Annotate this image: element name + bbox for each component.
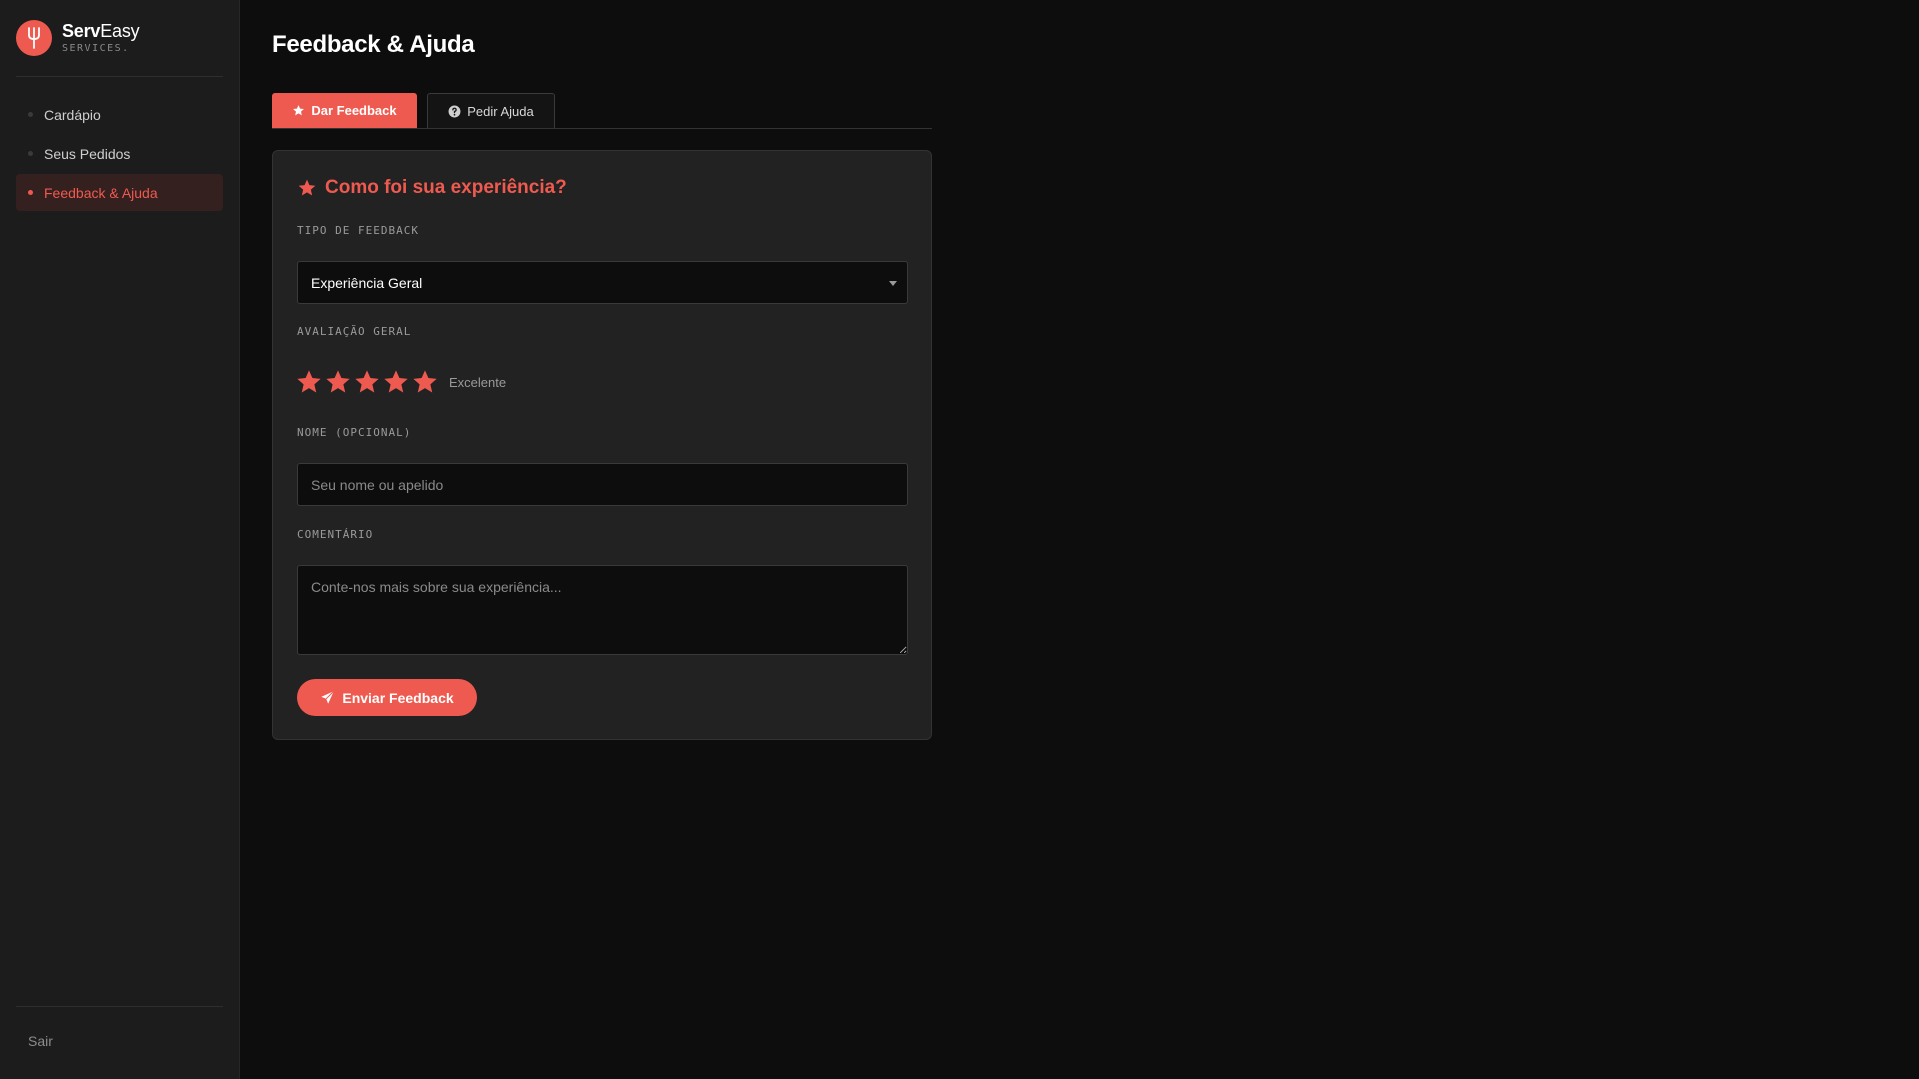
tab-label: Pedir Ajuda bbox=[467, 103, 534, 119]
sidebar-nav: Cardápio Seus Pedidos Feedback & Ajuda bbox=[16, 96, 223, 213]
brand-subtitle: SERVICES. bbox=[62, 43, 130, 54]
tab-pedir-ajuda[interactable]: Pedir Ajuda bbox=[427, 93, 555, 128]
rating-text: Excelente bbox=[449, 374, 507, 390]
bullet-dot-icon bbox=[28, 151, 33, 156]
fork-logo-icon bbox=[16, 20, 52, 56]
brand-name: ServEasy bbox=[62, 21, 140, 41]
star-icon bbox=[298, 179, 316, 196]
question-circle-icon bbox=[448, 105, 461, 117]
sidebar-item-cardapio[interactable]: Cardápio bbox=[16, 96, 223, 133]
comment-textarea[interactable] bbox=[297, 565, 908, 655]
star-3-icon[interactable] bbox=[353, 368, 381, 396]
sidebar-item-label: Seus Pedidos bbox=[44, 145, 131, 162]
bullet-dot-icon bbox=[28, 190, 33, 195]
submit-feedback-button[interactable]: Enviar Feedback bbox=[297, 679, 477, 716]
star-5-icon[interactable] bbox=[411, 368, 439, 396]
feedback-type-select[interactable]: Experiência Geral bbox=[297, 261, 908, 304]
tab-dar-feedback[interactable]: Dar Feedback bbox=[272, 93, 417, 128]
brand[interactable]: ServEasy SERVICES. bbox=[16, 20, 140, 56]
feedback-type-label: TIPO DE FEEDBACK bbox=[297, 224, 419, 237]
form-title-text: Como foi sua experiência? bbox=[325, 177, 567, 198]
submit-label: Enviar Feedback bbox=[342, 689, 454, 706]
feedback-form-card: Como foi sua experiência? TIPO DE FEEDBA… bbox=[272, 150, 932, 740]
sidebar-divider bbox=[16, 76, 223, 77]
sidebar-item-feedback-ajuda[interactable]: Feedback & Ajuda bbox=[16, 174, 223, 211]
star-1-icon[interactable] bbox=[295, 368, 323, 396]
sidebar-divider bbox=[16, 1006, 223, 1007]
bullet-dot-icon bbox=[28, 112, 33, 117]
star-rating: Excelente bbox=[295, 368, 506, 396]
star-icon bbox=[293, 105, 305, 116]
star-2-icon[interactable] bbox=[324, 368, 352, 396]
feedback-type-value: Experiência Geral bbox=[311, 274, 423, 291]
tab-label: Dar Feedback bbox=[311, 103, 397, 118]
form-title: Como foi sua experiência? bbox=[297, 177, 567, 199]
star-4-icon[interactable] bbox=[382, 368, 410, 396]
caret-down-icon bbox=[889, 281, 897, 286]
tab-bar: Dar Feedback Pedir Ajuda bbox=[272, 93, 932, 129]
send-icon bbox=[321, 690, 335, 704]
sidebar-item-label: Feedback & Ajuda bbox=[44, 184, 158, 201]
sidebar-item-label: Cardápio bbox=[44, 106, 101, 123]
sidebar: ServEasy SERVICES. Cardápio Seus Pedidos… bbox=[0, 0, 240, 1079]
page-title: Feedback & Ajuda bbox=[272, 31, 475, 58]
logout-link[interactable]: Sair bbox=[28, 1033, 53, 1049]
comment-label: COMENTÁRIO bbox=[297, 528, 374, 541]
sidebar-item-seus-pedidos[interactable]: Seus Pedidos bbox=[16, 135, 223, 172]
name-input[interactable] bbox=[297, 463, 908, 506]
rating-label: AVALIAÇÃO GERAL bbox=[297, 325, 412, 338]
name-label: NOME (OPCIONAL) bbox=[297, 426, 412, 439]
